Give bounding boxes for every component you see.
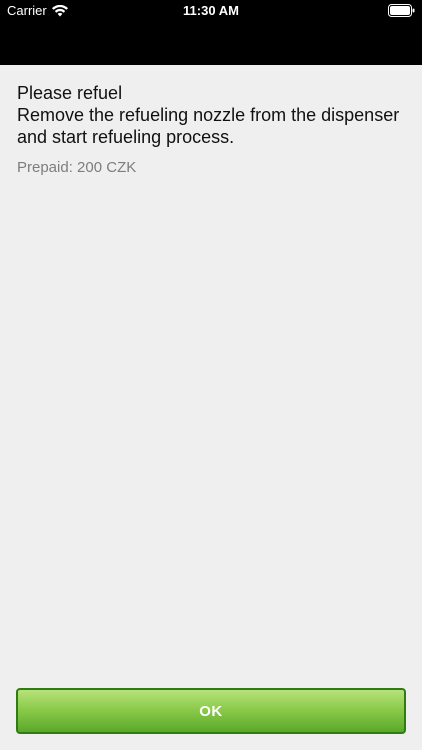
status-time: 11:30 AM [183, 3, 239, 18]
navigation-header [0, 22, 422, 65]
battery-icon [388, 4, 415, 17]
refuel-instructions: Please refuel Remove the refueling nozzl… [17, 82, 407, 176]
prepaid-amount: Prepaid: 200 CZK [17, 159, 137, 176]
ok-button[interactable]: OK [16, 688, 406, 734]
refuel-message: Remove the refueling nozzle from the dis… [17, 105, 400, 147]
status-bar: Carrier 11:30 AM [0, 0, 422, 22]
page-title: Please refuel [17, 83, 123, 103]
